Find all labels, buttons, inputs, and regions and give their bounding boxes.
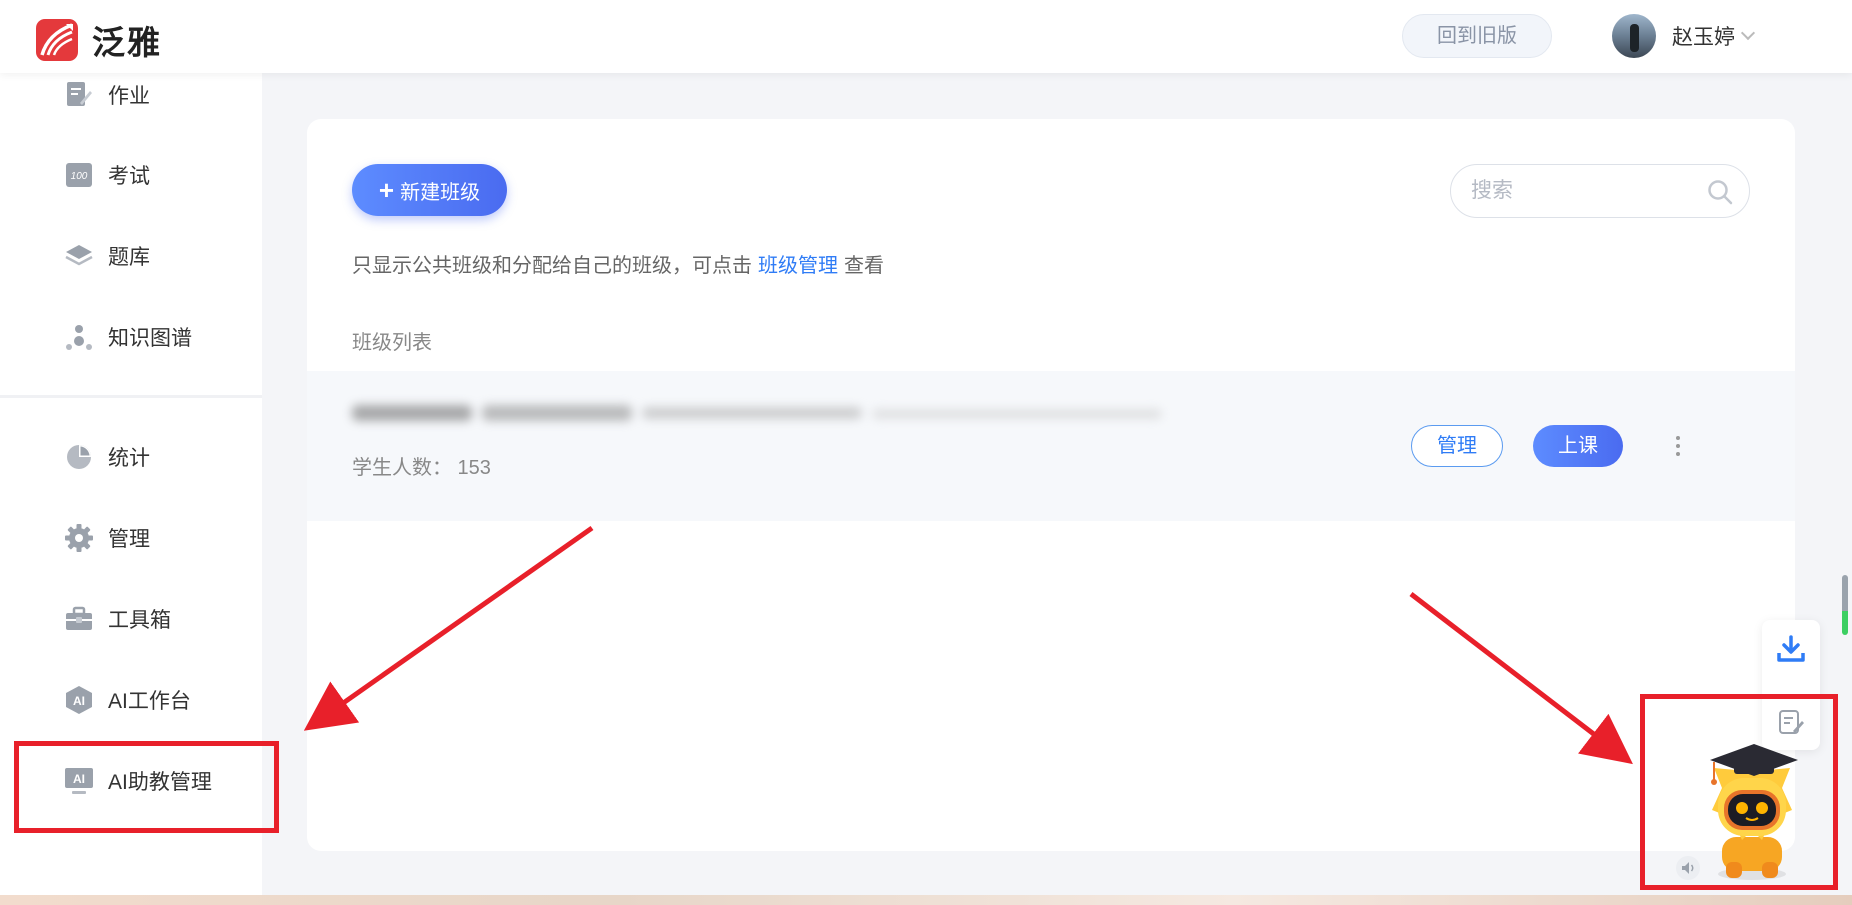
user-menu[interactable]: 赵玉婷 [1612,14,1756,58]
hint-suffix: 查看 [844,255,884,277]
pie-chart-icon [64,442,94,472]
layers-icon [64,241,94,271]
scrollbar[interactable] [1842,575,1848,635]
brand-name: 泛雅 [92,24,162,61]
search-icon[interactable] [1707,179,1733,205]
sidebar-divider [0,395,262,398]
taskbar-strip [0,895,1852,905]
sidebar-item-label: AI工作台 [108,690,191,713]
sidebar-item-question-bank[interactable]: 题库 [64,236,150,276]
user-name[interactable]: 赵玉婷 [1672,21,1735,51]
brand-logo[interactable]: 泛雅 [36,16,162,64]
avatar[interactable] [1612,14,1656,58]
sidebar-item-label: 作业 [108,85,150,108]
class-name-blurred [352,397,1172,431]
class-row[interactable]: 学生人数： 153 管理 上课 [307,371,1795,521]
ai-badge-icon: AI [64,685,94,715]
visibility-hint: 只显示公共班级和分配给自己的班级，可点击 班级管理 查看 [352,249,884,278]
start-class-button[interactable]: 上课 [1533,425,1623,467]
homework-icon [64,80,94,110]
sidebar-item-exam[interactable]: 100 考试 [64,155,150,195]
class-management-link[interactable]: 班级管理 [758,249,838,278]
class-list-title: 班级列表 [352,332,432,354]
sidebar-item-homework[interactable]: 作业 [64,75,150,115]
manage-class-button[interactable]: 管理 [1411,425,1503,467]
sidebar-item-toolbox[interactable]: 工具箱 [64,599,171,639]
svg-text:100: 100 [71,171,88,182]
download-icon[interactable] [1775,633,1807,665]
class-list-card: + 新建班级 只显示公共班级和分配给自己的班级，可点击 班级管理 查看 班级列表… [307,119,1795,851]
chaoxing-logo-icon [36,19,78,61]
student-count: 学生人数： 153 [352,457,491,479]
sidebar-item-label: 管理 [108,528,150,551]
highlight-box-ai-assistant-menu [14,741,279,833]
back-to-old-version-button[interactable]: 回到旧版 [1402,14,1552,58]
more-options-icon[interactable] [1672,430,1684,462]
knowledge-graph-icon [64,322,94,352]
sidebar-item-knowledge-graph[interactable]: 知识图谱 [64,317,192,357]
chevron-down-icon[interactable] [1740,25,1756,41]
sidebar-item-label: 工具箱 [108,609,171,632]
search-box[interactable] [1450,164,1750,218]
sidebar-item-ai-workbench[interactable]: AI AI工作台 [64,680,191,720]
hint-prefix: 只显示公共班级和分配给自己的班级，可点击 [352,255,752,277]
plus-icon: + [378,175,395,205]
sidebar-item-management[interactable]: 管理 [64,518,150,558]
sidebar-item-label: 统计 [108,447,150,470]
sidebar-item-label: 知识图谱 [108,327,192,350]
new-class-button[interactable]: + 新建班级 [352,164,507,216]
sidebar-item-label: 题库 [108,246,150,269]
exam-100-icon: 100 [64,160,94,190]
highlight-box-ai-robot [1640,694,1838,890]
toolbox-icon [64,604,94,634]
svg-text:AI: AI [73,694,85,708]
sidebar-item-label: 考试 [108,165,150,188]
search-input[interactable] [1471,177,1691,205]
top-header: 泛雅 回到旧版 赵玉婷 [0,0,1852,73]
new-class-label: 新建班级 [400,181,481,204]
gear-icon [64,523,94,553]
sidebar-item-statistics[interactable]: 统计 [64,437,150,477]
